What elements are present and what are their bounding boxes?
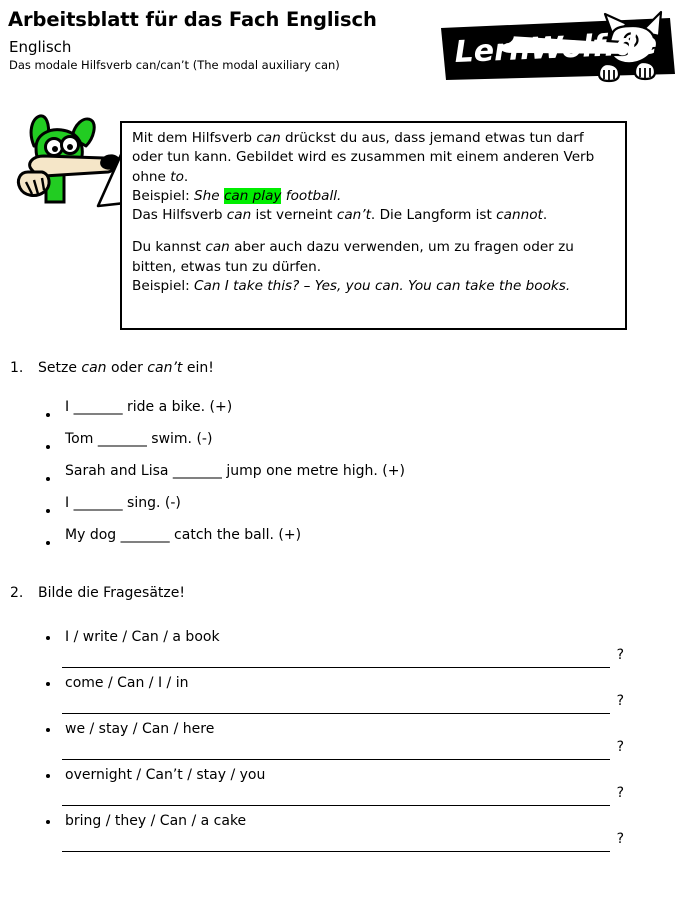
- worksheet-header: Arbeitsblatt für das Fach Englisch Engli…: [0, 0, 688, 92]
- exercise-2-item-text: overnight / Can’t / stay / you: [65, 767, 266, 783]
- answer-line[interactable]: ?: [62, 693, 624, 717]
- ex1-title-b: oder: [106, 360, 148, 376]
- info-paragraph-4: Du kannst can aber auch dazu verwenden, …: [132, 238, 616, 277]
- answer-question-mark: ?: [616, 647, 624, 663]
- exercise-1-item-text: My dog _______ catch the ball. (+): [65, 527, 302, 543]
- list-item[interactable]: My dog _______ catch the ball. (+): [0, 527, 688, 559]
- info-p3-c: . Die Langform ist: [370, 207, 497, 224]
- info-p3-a: Das Hilfsverb: [132, 207, 227, 224]
- info-paragraph-1: Mit dem Hilfsverb can drückst du aus, da…: [132, 129, 616, 187]
- answer-question-mark: ?: [616, 693, 624, 709]
- answer-rule: [62, 713, 610, 714]
- answer-line[interactable]: ?: [62, 785, 624, 809]
- ex1-title-a: Setze: [38, 360, 82, 376]
- exercise-1-heading: 1. Setze can oder can’t ein!: [0, 360, 688, 382]
- answer-rule: [62, 667, 610, 668]
- answer-question-mark: ?: [616, 831, 624, 847]
- ex1-title-c: ein!: [182, 360, 214, 376]
- exercise-1-item-text: Sarah and Lisa _______ jump one metre hi…: [65, 463, 405, 479]
- list-item[interactable]: we / stay / Can / here ?: [0, 721, 688, 767]
- lernwolf-logo: LernWolf.de: [437, 6, 682, 84]
- exercise-2-heading: 2. Bilde die Fragesätze!: [0, 585, 688, 607]
- list-item[interactable]: Tom _______ swim. (-): [0, 431, 688, 463]
- info-p3-b: ist verneint: [251, 207, 337, 224]
- info-p1-can: can: [256, 130, 281, 146]
- list-item[interactable]: I _______ sing. (-): [0, 495, 688, 527]
- answer-question-mark: ?: [616, 785, 624, 801]
- info-highlight-can-play: can play: [223, 187, 282, 204]
- bullet-icon: [46, 477, 50, 481]
- bullet-icon: [46, 820, 50, 824]
- info-box: Mit dem Hilfsverb can drückst du aus, da…: [120, 121, 627, 330]
- exercise-1-list: I _______ ride a bike. (+) Tom _______ s…: [0, 399, 688, 559]
- answer-line[interactable]: ?: [62, 831, 624, 855]
- info-p1-to: to: [170, 168, 184, 185]
- list-item[interactable]: Sarah and Lisa _______ jump one metre hi…: [0, 463, 688, 495]
- ex1-title-can: can: [81, 360, 107, 376]
- list-item[interactable]: I _______ ride a bike. (+): [0, 399, 688, 431]
- info-p4-a: Du kannst: [132, 239, 206, 256]
- exercise-2-list: I / write / Can / a book ? come / Can / …: [0, 629, 688, 859]
- exercise-2: 2. Bilde die Fragesätze! I / write / Can…: [0, 585, 688, 859]
- topic-label: Das modale Hilfsverb can/can’t (The moda…: [9, 58, 340, 72]
- info-p5-example: Can I take this? – Yes, you can. You can…: [194, 278, 571, 295]
- bullet-icon: [46, 682, 50, 686]
- exercise-2-item-text: come / Can / I / in: [65, 675, 189, 691]
- info-p3-can: can: [226, 207, 252, 224]
- info-p3-cannot: cannot: [496, 207, 543, 224]
- info-p2-label: Beispiel:: [132, 187, 194, 204]
- bullet-icon: [46, 509, 50, 513]
- exercise-1-item-text: I _______ sing. (-): [65, 495, 181, 511]
- exercise-2-item-text: I / write / Can / a book: [65, 629, 220, 645]
- list-item[interactable]: come / Can / I / in ?: [0, 675, 688, 721]
- info-p2-rest: football.: [281, 187, 342, 204]
- page-title: Arbeitsblatt für das Fach Englisch: [8, 8, 377, 31]
- ex1-title-cant: can’t: [147, 360, 183, 376]
- list-item[interactable]: overnight / Can’t / stay / you ?: [0, 767, 688, 813]
- exercise-1-title: Setze can oder can’t ein!: [38, 360, 214, 376]
- list-item[interactable]: I / write / Can / a book ?: [0, 629, 688, 675]
- exercise-2-title: Bilde die Fragesätze!: [38, 585, 185, 601]
- subject-label: Englisch: [9, 38, 72, 56]
- answer-line[interactable]: ?: [62, 647, 624, 671]
- answer-rule: [62, 851, 610, 852]
- info-p5-label: Beispiel:: [132, 278, 194, 295]
- list-item[interactable]: bring / they / Can / a cake ?: [0, 813, 688, 859]
- info-paragraph-2: Beispiel: She can play football.: [132, 187, 616, 206]
- answer-rule: [62, 759, 610, 760]
- bullet-icon: [46, 413, 50, 417]
- info-p4-can: can: [205, 239, 230, 256]
- green-dog-mascot-icon: [12, 110, 132, 206]
- exercise-1-number: 1.: [10, 360, 24, 376]
- exercise-1-item-text: I _______ ride a bike. (+): [65, 399, 233, 415]
- info-paragraph-3: Das Hilfsverb can ist verneint can’t. Di…: [132, 206, 616, 225]
- exercise-2-item-text: we / stay / Can / here: [65, 721, 215, 737]
- answer-line[interactable]: ?: [62, 739, 624, 763]
- bullet-icon: [46, 774, 50, 778]
- bullet-icon: [46, 445, 50, 449]
- exercise-2-number: 2.: [10, 585, 24, 601]
- bullet-icon: [46, 728, 50, 732]
- bullet-icon: [46, 636, 50, 640]
- info-p2-she: She: [194, 187, 224, 204]
- info-p3-d: .: [542, 207, 548, 224]
- answer-rule: [62, 805, 610, 806]
- info-paragraph-5: Beispiel: Can I take this? – Yes, you ca…: [132, 277, 616, 296]
- info-p1-c: .: [183, 168, 189, 185]
- exercise-1: 1. Setze can oder can’t ein! I _______ r…: [0, 360, 688, 559]
- info-p3-cant: can’t: [336, 207, 371, 224]
- exercise-2-item-text: bring / they / Can / a cake: [65, 813, 247, 829]
- exercise-1-item-text: Tom _______ swim. (-): [65, 431, 213, 447]
- info-p1-a: Mit dem Hilfsverb: [132, 130, 257, 146]
- bullet-icon: [46, 541, 50, 545]
- answer-question-mark: ?: [616, 739, 624, 755]
